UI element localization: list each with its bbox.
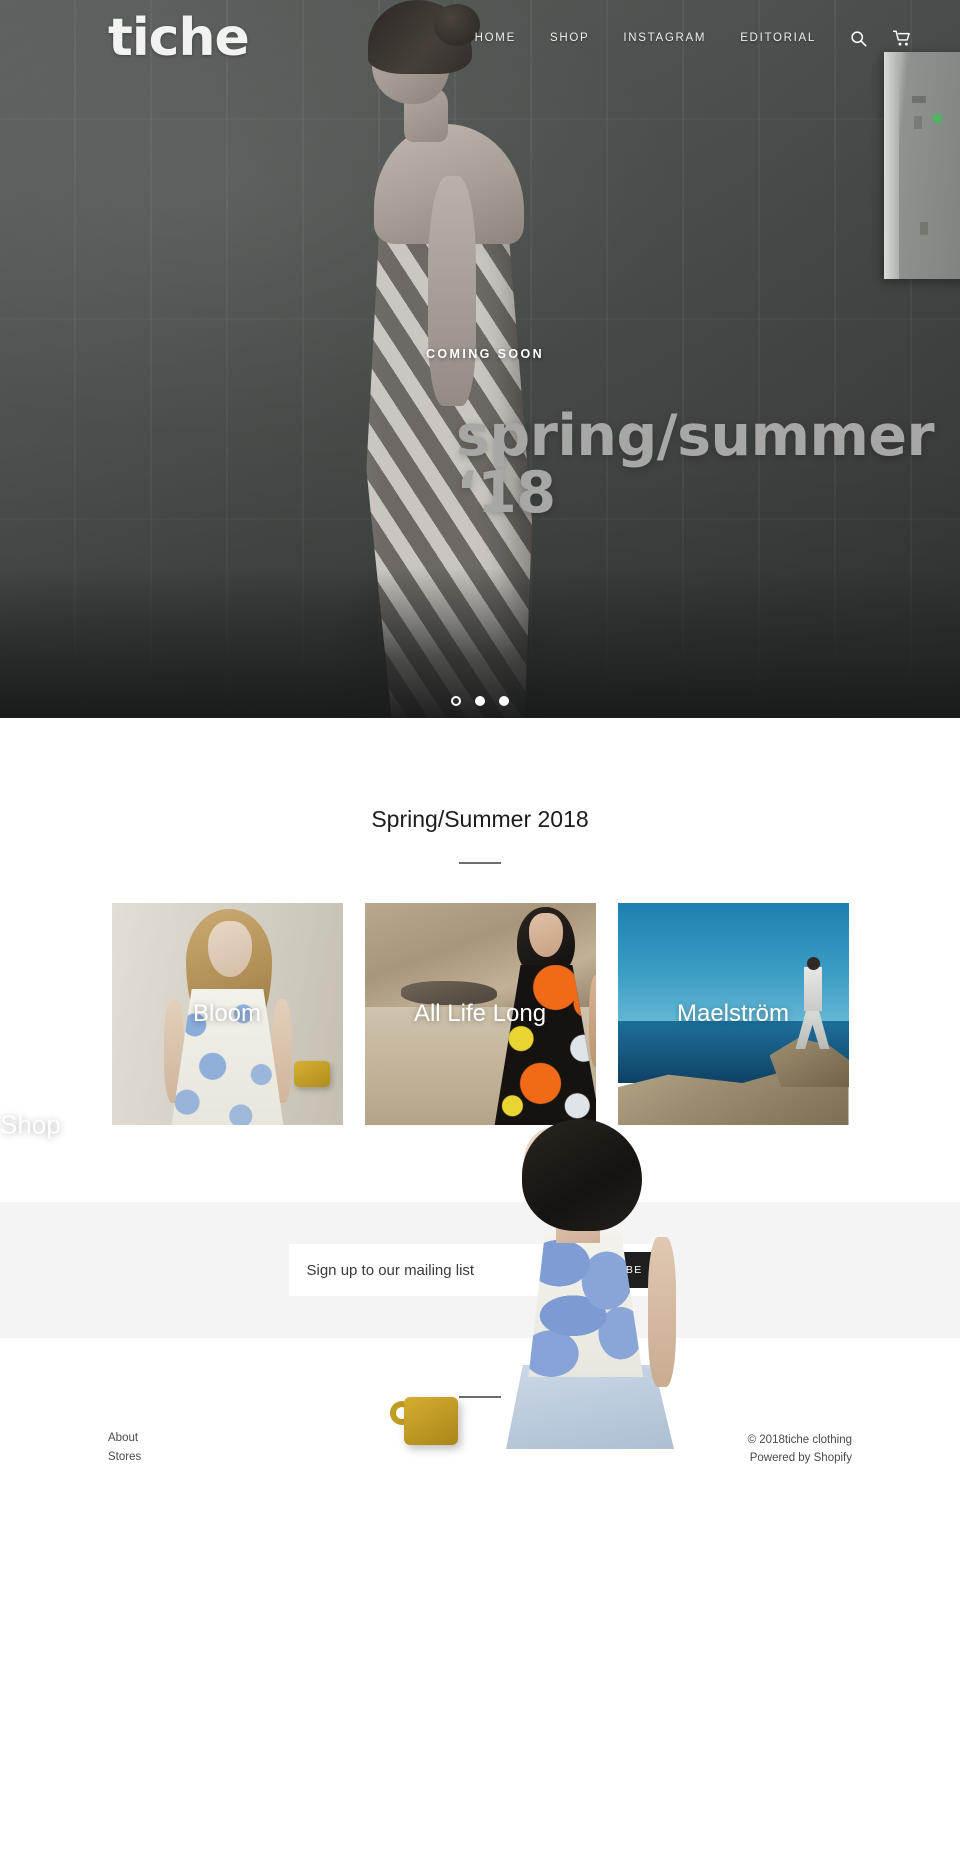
model-arm <box>428 176 476 406</box>
footer-legal-block: © 2018tiche clothing Powered by Shopify <box>748 1432 852 1468</box>
nav-item-shop[interactable]: SHOP <box>550 32 589 44</box>
hero-utility-cabinet <box>884 52 960 279</box>
collections-heading-group: Spring/Summer 2018 <box>0 718 960 864</box>
header-icon-group <box>850 30 912 47</box>
slideshow-dot-2[interactable] <box>475 696 485 706</box>
collection-card-label: Maelström <box>676 1000 790 1027</box>
collections-section: Spring/Summer 2018 Bloom All Life Long M… <box>0 718 960 1125</box>
section-divider <box>459 862 501 864</box>
hero-slideshow[interactable]: tiche HOME SHOP INSTAGRAM EDITORIAL COMI… <box>0 0 960 718</box>
collection-card-label: All Life Long <box>413 1000 547 1027</box>
nav-item-home[interactable]: HOME <box>475 32 516 44</box>
footer-link-list: About Stores <box>108 1432 141 1468</box>
section-title: Spring/Summer 2018 <box>371 806 589 832</box>
main-navigation: HOME SHOP INSTAGRAM EDITORIAL <box>475 30 912 47</box>
all-life-long-model-face <box>528 913 563 957</box>
cabinet-knob-lower <box>920 222 928 235</box>
footer-link-about[interactable]: About <box>108 1432 141 1444</box>
newsletter-section: SUBSCRIBE <box>0 1202 960 1338</box>
cabinet-knob <box>914 116 922 129</box>
collection-card-grid: Bloom All Life Long Maelström <box>0 903 960 1125</box>
collection-card-maelstrom[interactable]: Maelström <box>617 903 849 1125</box>
footer-link-stores[interactable]: Stores <box>108 1451 141 1463</box>
site-header: tiche HOME SHOP INSTAGRAM EDITORIAL <box>0 0 960 76</box>
hero-title: spring/summer ‘18 <box>456 403 935 526</box>
collection-card-bloom[interactable]: Bloom <box>111 903 343 1125</box>
footer-brand-link[interactable]: tiche clothing <box>785 1434 852 1446</box>
cabinet-label-plate <box>912 96 926 103</box>
search-icon[interactable] <box>850 30 867 47</box>
footer-shopify-link[interactable]: Powered by Shopify <box>750 1452 852 1464</box>
slideshow-dot-1[interactable] <box>451 696 461 706</box>
collection-card-all-life-long[interactable]: All Life Long <box>364 903 596 1125</box>
hero-caption: COMING SOON <box>426 347 545 361</box>
footer-powered-by: Powered by Shopify <box>748 1450 852 1468</box>
cart-icon[interactable] <box>893 30 912 47</box>
nav-item-instagram[interactable]: INSTAGRAM <box>623 32 706 44</box>
collection-card-label: Bloom <box>192 1000 262 1027</box>
cabinet-led-indicator <box>934 115 941 122</box>
maelstrom-model-head <box>806 957 820 970</box>
newsletter-email-input[interactable] <box>288 1244 552 1296</box>
footer-copyright-line: © 2018tiche clothing <box>748 1432 852 1450</box>
slideshow-pagination <box>0 696 960 706</box>
bloom-gold-vessel <box>293 1061 330 1087</box>
slideshow-dot-3[interactable] <box>499 696 509 706</box>
footer-columns: About Stores © 2018tiche clothing Powere… <box>0 1398 960 1468</box>
nav-item-editorial[interactable]: EDITORIAL <box>740 32 816 44</box>
bloom-model-face <box>207 921 252 977</box>
site-footer: About Stores © 2018tiche clothing Powere… <box>0 1338 960 1468</box>
footer-copyright-year: © 2018 <box>747 1434 785 1446</box>
site-logo[interactable]: tiche <box>108 12 250 64</box>
